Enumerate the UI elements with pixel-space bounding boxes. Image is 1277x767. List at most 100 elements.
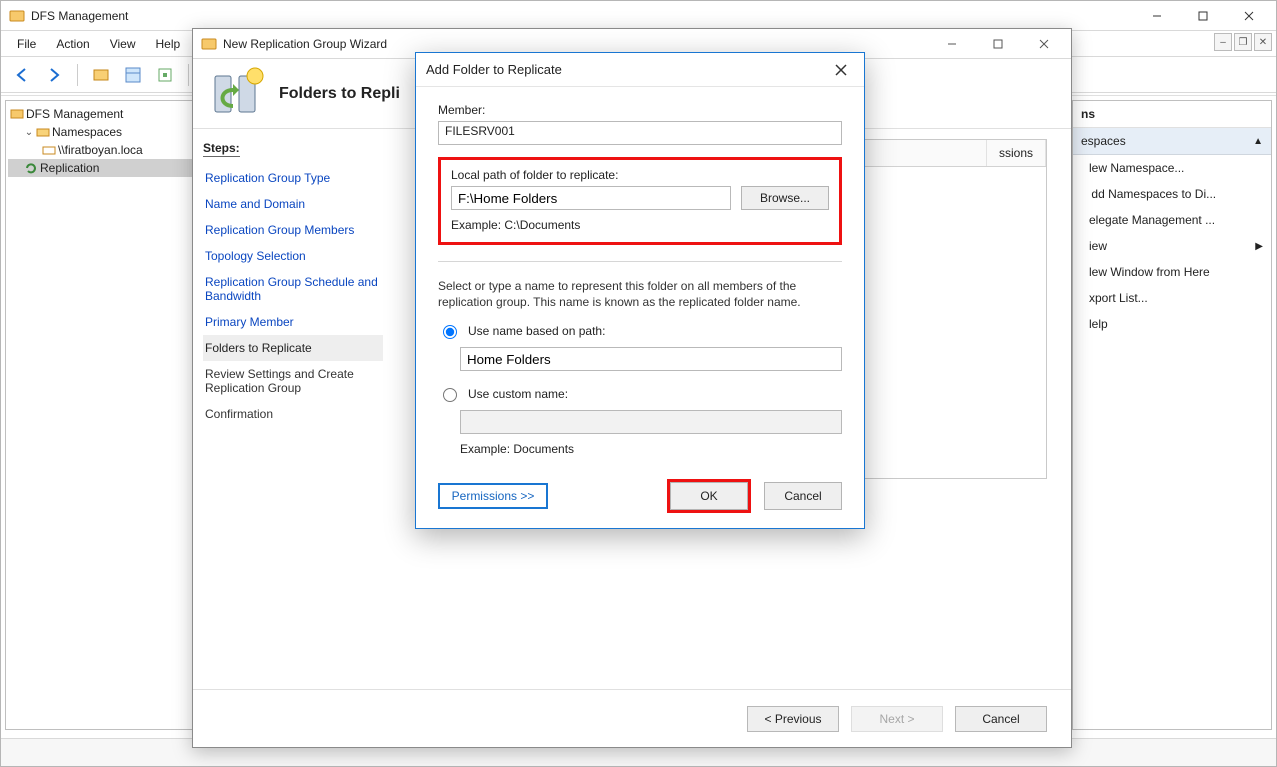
main-maximize-button[interactable] xyxy=(1180,2,1226,30)
wizard-cancel-button[interactable]: Cancel xyxy=(955,706,1047,732)
tree-root-label: DFS Management xyxy=(26,107,123,121)
action-help[interactable]: lelp xyxy=(1073,311,1271,337)
action-label: iew xyxy=(1089,239,1107,253)
actions-subtitle-row[interactable]: espaces ▲ xyxy=(1073,128,1271,155)
action-new-namespace[interactable]: lew Namespace... xyxy=(1073,155,1271,181)
action-label: lelp xyxy=(1089,317,1108,331)
wizard-previous-button[interactable]: < Previous xyxy=(747,706,839,732)
tree-root[interactable]: DFS Management xyxy=(8,105,192,123)
dfs-icon xyxy=(10,107,24,121)
tree-replication-label: Replication xyxy=(40,161,99,175)
add-folder-dialog: Add Folder to Replicate Member: FILESRV0… xyxy=(415,52,865,529)
main-title: DFS Management xyxy=(31,9,128,23)
wizard-maximize-button[interactable] xyxy=(975,30,1021,58)
action-view[interactable]: iew ▶ xyxy=(1073,233,1271,259)
menu-help[interactable]: Help xyxy=(146,33,191,55)
step-topology[interactable]: Topology Selection xyxy=(203,243,383,269)
permissions-button[interactable]: Permissions >> xyxy=(438,483,548,509)
main-close-button[interactable] xyxy=(1226,2,1272,30)
menu-action[interactable]: Action xyxy=(46,33,99,55)
main-titlebar: DFS Management xyxy=(1,1,1276,31)
action-export-list[interactable]: xport List... xyxy=(1073,285,1271,311)
wizard-icon xyxy=(201,36,217,52)
forward-button[interactable] xyxy=(41,62,67,88)
wizard-close-button[interactable] xyxy=(1021,30,1067,58)
folder-name-field xyxy=(460,347,842,371)
localpath-input[interactable] xyxy=(451,186,731,210)
toolbar-icon-2[interactable] xyxy=(120,62,146,88)
tree-namespaces-label: Namespaces xyxy=(52,125,122,139)
toolbar-icon-1[interactable] xyxy=(88,62,114,88)
mdi-min-icon[interactable]: – xyxy=(1214,33,1232,51)
chevron-right-icon: ▶ xyxy=(1255,241,1263,252)
tree-namespace-item-label: \\firatboyan.loca xyxy=(58,143,143,157)
dialog-title: Add Folder to Replicate xyxy=(426,62,562,77)
step-folders-replicate[interactable]: Folders to Replicate xyxy=(203,335,383,361)
wizard-title: New Replication Group Wizard xyxy=(223,37,387,51)
actions-subtitle: espaces xyxy=(1081,134,1126,148)
divider xyxy=(438,261,842,262)
main-minimize-button[interactable] xyxy=(1134,2,1180,30)
column-ssions[interactable]: ssions xyxy=(987,140,1046,166)
steps-title: Steps: xyxy=(203,141,240,157)
back-button[interactable] xyxy=(9,62,35,88)
action-label: lew Namespace... xyxy=(1089,161,1184,175)
example-path-label: Example: C:\Documents xyxy=(451,218,829,232)
namespace-path-icon xyxy=(42,143,56,157)
action-label: elegate Management ... xyxy=(1089,213,1215,227)
menu-file[interactable]: File xyxy=(7,33,46,55)
action-add-namespaces[interactable]: dd Namespaces to Di... xyxy=(1073,181,1271,207)
step-schedule-bandwidth[interactable]: Replication Group Schedule and Bandwidth xyxy=(203,269,383,309)
radio-use-custom-name-input[interactable] xyxy=(443,388,457,402)
tree-namespace-item[interactable]: \\firatboyan.loca xyxy=(8,141,192,159)
wizard-next-button: Next > xyxy=(851,706,943,732)
mdi-close-icon[interactable]: ✕ xyxy=(1254,33,1272,51)
replication-header-icon xyxy=(209,66,265,122)
collapse-up-icon[interactable]: ▲ xyxy=(1253,136,1263,147)
browse-button[interactable]: Browse... xyxy=(741,186,829,210)
help-text: Select or type a name to represent this … xyxy=(438,278,842,310)
step-rep-members[interactable]: Replication Group Members xyxy=(203,217,383,243)
localpath-label: Local path of folder to replicate: xyxy=(451,168,829,182)
wizard-steps-list: Steps: Replication Group Type Name and D… xyxy=(193,129,393,689)
step-primary-member[interactable]: Primary Member xyxy=(203,309,383,335)
wizard-page-title: Folders to Repli xyxy=(279,85,400,103)
action-label: xport List... xyxy=(1089,291,1148,305)
menu-view[interactable]: View xyxy=(100,33,146,55)
example-name-label: Example: Documents xyxy=(460,442,842,456)
actions-pane: ns espaces ▲ lew Namespace... dd Namespa… xyxy=(1072,100,1272,730)
radio-use-path-name-input[interactable] xyxy=(443,325,457,339)
cancel-button[interactable]: Cancel xyxy=(764,482,842,510)
actions-title: ns xyxy=(1073,101,1271,128)
step-rep-group-type[interactable]: Replication Group Type xyxy=(203,165,383,191)
action-label: dd Namespaces to Di... xyxy=(1089,187,1216,201)
member-label: Member: xyxy=(438,103,842,117)
action-delegate-mgmt[interactable]: elegate Management ... xyxy=(1073,207,1271,233)
radio-use-path-name[interactable]: Use name based on path: xyxy=(438,322,842,339)
tree-replication[interactable]: Replication xyxy=(8,159,192,177)
main-window-controls xyxy=(1134,2,1272,30)
localpath-section-highlight: Local path of folder to replicate: Brows… xyxy=(438,157,842,245)
namespace-icon xyxy=(36,125,50,139)
toolbar-icon-3[interactable] xyxy=(152,62,178,88)
step-review-create[interactable]: Review Settings and Create Replication G… xyxy=(203,361,383,401)
custom-name-field xyxy=(460,410,842,434)
replication-icon xyxy=(24,161,38,175)
caret-down-icon[interactable]: ⌄ xyxy=(24,127,34,138)
mdi-restore-icon[interactable]: ❐ xyxy=(1234,33,1252,51)
ok-button[interactable]: OK xyxy=(670,482,748,510)
radio-use-path-name-label: Use name based on path: xyxy=(468,324,605,338)
nav-tree[interactable]: DFS Management ⌄ Namespaces \\firatboyan… xyxy=(5,100,195,730)
action-new-window[interactable]: lew Window from Here xyxy=(1073,259,1271,285)
radio-use-custom-name[interactable]: Use custom name: xyxy=(438,385,842,402)
tree-namespaces[interactable]: ⌄ Namespaces xyxy=(8,123,192,141)
action-label: lew Window from Here xyxy=(1089,265,1210,279)
dfs-icon xyxy=(9,8,25,24)
radio-use-custom-name-label: Use custom name: xyxy=(468,387,568,401)
wizard-minimize-button[interactable] xyxy=(929,30,975,58)
dialog-close-button[interactable] xyxy=(828,57,854,83)
dialog-titlebar: Add Folder to Replicate xyxy=(416,53,864,87)
wizard-footer: < Previous Next > Cancel xyxy=(193,689,1071,747)
step-confirmation[interactable]: Confirmation xyxy=(203,401,383,427)
step-name-domain[interactable]: Name and Domain xyxy=(203,191,383,217)
